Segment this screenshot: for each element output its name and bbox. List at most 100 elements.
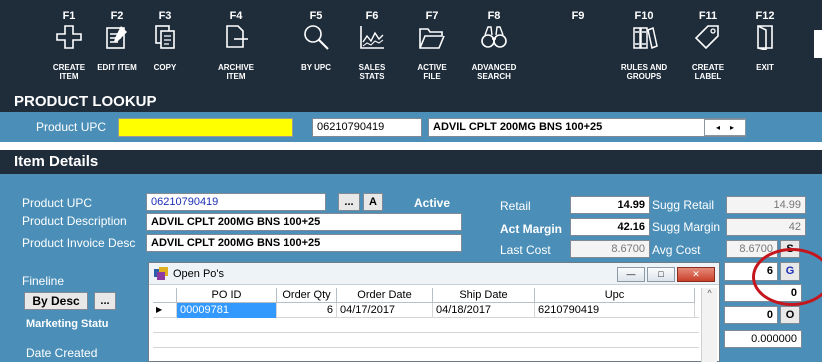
door-icon — [751, 24, 779, 52]
description-field[interactable]: ADVIL CPLT 200MG BNS 100+25 — [146, 213, 462, 231]
next-arrow-icon[interactable]: ▸ — [730, 123, 734, 132]
last-cost-field[interactable]: 8.6700 — [570, 240, 650, 258]
details-upc-label: Product UPC — [22, 196, 93, 210]
table-row[interactable]: ▶ 00009781 6 04/17/2017 04/18/2017 62107… — [153, 303, 699, 318]
by-upc-button[interactable]: F5 BY UPC — [290, 0, 342, 92]
f2-key-label: F2 — [110, 10, 124, 22]
maximize-button[interactable]: □ — [647, 267, 675, 282]
last-cost-label: Last Cost — [500, 243, 551, 257]
archive-item-button[interactable]: F4 ARCHIVE ITEM — [210, 0, 262, 92]
by-desc-button[interactable]: By Desc — [24, 292, 88, 310]
f4-key-label: F4 — [229, 10, 243, 22]
po-id-cell[interactable]: 00009781 — [177, 303, 277, 318]
copy-icon — [151, 24, 179, 50]
section-gap — [0, 142, 822, 150]
lookup-description-value[interactable]: ADVIL CPLT 200MG BNS 100+25 — [428, 118, 746, 137]
f10-key-label: F10 — [634, 10, 654, 22]
rules-and-groups-label: RULES AND GROUPS — [620, 63, 668, 81]
window-edge — [814, 30, 822, 58]
fineline-label: Fineline — [22, 274, 65, 288]
by-upc-label: BY UPC — [300, 63, 332, 72]
sales-stats-button[interactable]: F6 SALES STATS — [346, 0, 398, 92]
retail-label: Retail — [500, 199, 531, 213]
lookup-title: PRODUCT LOOKUP — [14, 93, 157, 110]
archive-icon — [222, 24, 250, 50]
column-header-order-qty[interactable]: Order Qty — [277, 288, 337, 303]
upc-cell[interactable]: 6210790419 — [535, 303, 695, 318]
function-key-toolbar: F1 CREATE ITEM F2 EDIT ITEM F3 COPY F4 A… — [0, 0, 822, 92]
chart-icon — [358, 24, 386, 50]
f3-key-label: F3 — [158, 10, 172, 22]
lookup-upc-input[interactable] — [118, 118, 293, 137]
open-pos-grid: PO ID Order Qty Order Date Ship Date Upc… — [153, 288, 699, 362]
binoculars-icon — [480, 24, 508, 50]
vertical-scrollbar[interactable]: ^ — [701, 288, 717, 362]
sugg-retail-label: Sugg Retail — [652, 198, 715, 212]
f12-key-label: F12 — [755, 10, 775, 22]
column-header-order-date[interactable]: Order Date — [337, 288, 433, 303]
exit-button[interactable]: F12 EXIT — [740, 0, 790, 92]
copy-button[interactable]: F3 COPY — [140, 0, 190, 92]
sugg-margin-field[interactable]: 42 — [726, 218, 806, 236]
rules-and-groups-button[interactable]: F10 RULES AND GROUPS — [612, 0, 676, 92]
current-row-arrow-icon: ▶ — [153, 303, 177, 318]
avg-cost-label: Avg Cost — [652, 243, 701, 257]
o-button[interactable]: O — [780, 306, 800, 324]
active-file-button[interactable]: F7 ACTIVE FILE — [406, 0, 458, 92]
f11-key-label: F11 — [698, 10, 718, 22]
empty-row[interactable] — [153, 348, 699, 362]
previous-arrow-icon[interactable]: ◂ — [716, 123, 720, 132]
exit-label: EXIT — [756, 63, 774, 72]
create-label-button[interactable]: F11 CREATE LABEL — [682, 0, 734, 92]
column-header-po-id[interactable]: PO ID — [177, 288, 277, 303]
dialog-titlebar[interactable]: Open Po's — □ ✕ — [149, 263, 719, 285]
g-button[interactable]: G — [780, 262, 800, 281]
lookup-nav-arrows: ◂ ▸ — [704, 119, 746, 136]
edit-icon — [103, 24, 131, 50]
scroll-up-icon[interactable]: ^ — [702, 288, 717, 298]
g-value-field[interactable]: 6 — [724, 262, 778, 281]
zero-value-field[interactable]: 0 — [724, 284, 802, 302]
advanced-search-button[interactable]: F8 ADVANCED SEARCH — [464, 0, 524, 92]
f9-key-label: F9 — [571, 10, 585, 22]
row-indicator-header — [153, 288, 177, 303]
edit-item-button[interactable]: F2 EDIT ITEM — [86, 0, 148, 92]
marketing-status-label: Marketing Statu — [26, 318, 109, 330]
lookup-upc-value[interactable]: 06210790419 — [312, 118, 422, 137]
open-pos-dialog: Open Po's — □ ✕ PO ID Order Qty Order Da… — [148, 262, 720, 362]
act-margin-field[interactable]: 42.16 — [570, 218, 650, 236]
order-qty-cell[interactable]: 6 — [277, 303, 337, 318]
f6-key-label: F6 — [365, 10, 379, 22]
upc-ellipsis-button[interactable]: ... — [338, 193, 360, 211]
column-header-upc[interactable]: Upc — [535, 288, 695, 303]
active-file-label: ACTIVE FILE — [417, 63, 447, 81]
s-button[interactable]: S — [780, 240, 800, 258]
details-upc-field[interactable]: 06210790419 — [146, 193, 326, 211]
folder-icon — [418, 24, 446, 50]
dialog-app-icon — [154, 267, 168, 280]
sugg-retail-field[interactable]: 14.99 — [726, 196, 806, 214]
empty-row[interactable] — [153, 333, 699, 348]
f8-key-label: F8 — [487, 10, 501, 22]
order-date-cell[interactable]: 04/17/2017 — [337, 303, 433, 318]
f5-key-label: F5 — [309, 10, 323, 22]
status-label: Active — [414, 196, 451, 210]
date-created-label: Date Created — [26, 346, 98, 360]
invoice-desc-field[interactable]: ADVIL CPLT 200MG BNS 100+25 — [146, 234, 462, 252]
details-header-bar — [0, 150, 822, 174]
empty-row[interactable] — [153, 318, 699, 333]
retail-field[interactable]: 14.99 — [570, 196, 650, 214]
details-title: Item Details — [14, 153, 99, 170]
decimal-value-field[interactable]: 0.000000 — [724, 330, 802, 348]
avg-cost-field[interactable]: 8.6700 — [726, 240, 778, 258]
plus-icon — [55, 24, 83, 50]
minimize-button[interactable]: — — [617, 267, 645, 282]
o-value-field[interactable]: 0 — [724, 306, 778, 324]
fineline-ellipsis-button[interactable]: ... — [94, 292, 116, 310]
a-button[interactable]: A — [363, 193, 383, 211]
column-header-ship-date[interactable]: Ship Date — [433, 288, 535, 303]
dialog-title: Open Po's — [173, 268, 225, 280]
close-button[interactable]: ✕ — [677, 267, 715, 282]
ship-date-cell[interactable]: 04/18/2017 — [433, 303, 535, 318]
f9-key[interactable]: F9 — [558, 0, 598, 92]
